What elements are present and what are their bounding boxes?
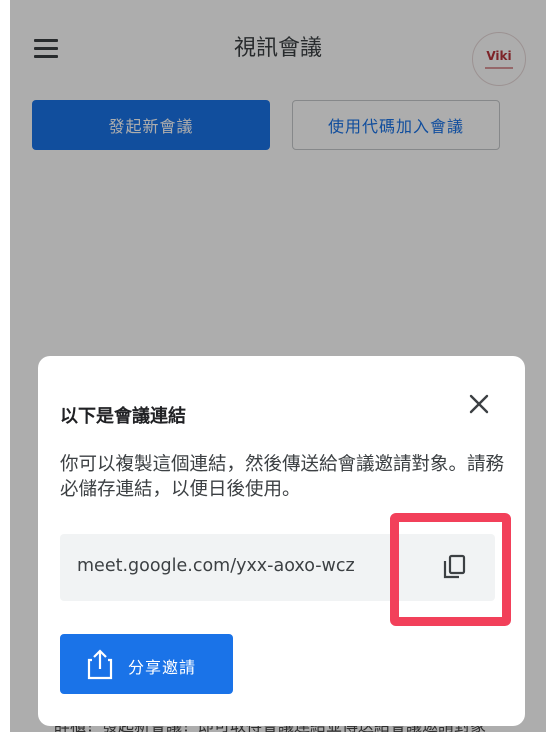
copy-button-highlight bbox=[390, 513, 511, 626]
share-invite-button[interactable]: 分享邀請 bbox=[60, 634, 233, 694]
meeting-link[interactable]: meet.google.com/yxx-aoxo-wcz bbox=[77, 556, 355, 576]
share-icon bbox=[87, 649, 113, 680]
share-invite-label: 分享邀請 bbox=[128, 658, 197, 677]
dialog-body: 你可以複製這個連結，然後傳送給會議邀請對象。請務必儲存連結，以便日後使用。 bbox=[60, 454, 505, 500]
close-icon[interactable] bbox=[465, 390, 493, 418]
app-screen: 視訊會議 Viki 發起新會議 使用代碼加入會議 辞櫃！發起新會議！即可取得會議… bbox=[10, 0, 546, 732]
dialog-title: 以下是會議連結 bbox=[60, 406, 186, 427]
